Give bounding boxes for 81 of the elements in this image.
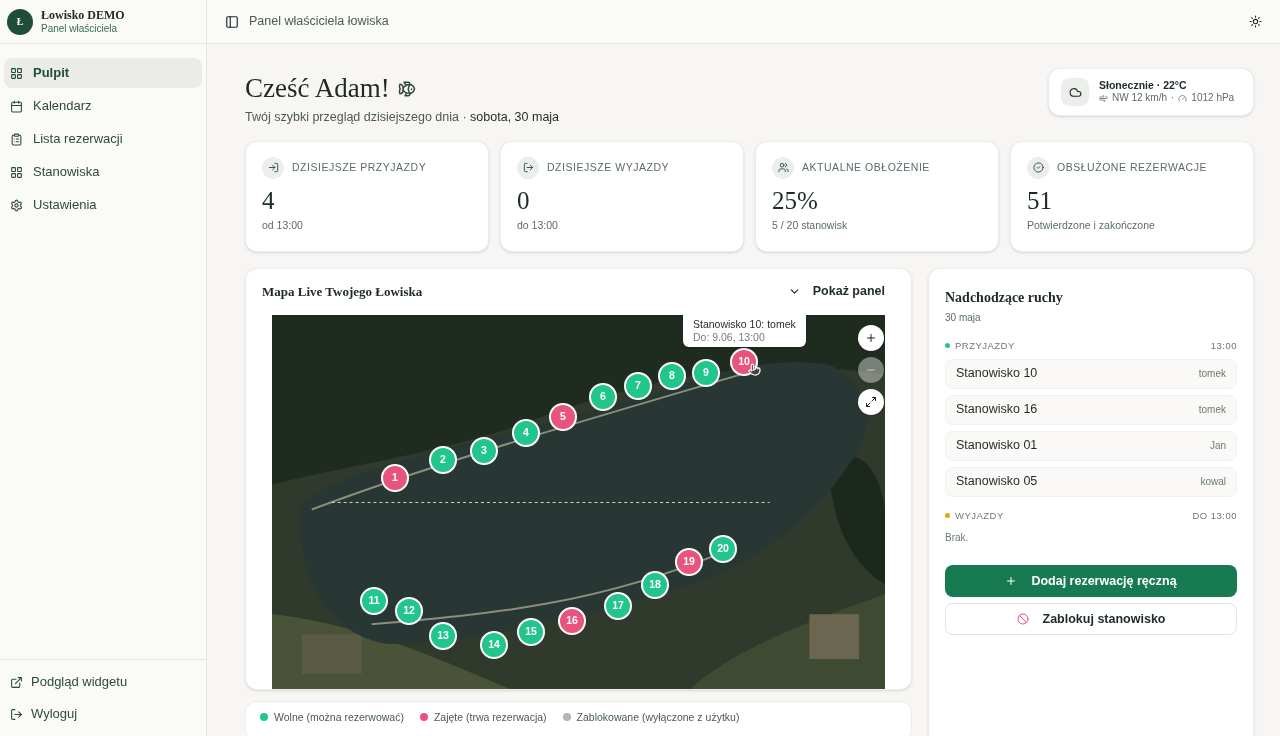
header-title: Panel właściciela łowiska: [249, 13, 389, 31]
plus-icon: [1005, 575, 1018, 587]
expand-icon: [865, 395, 877, 408]
tooltip-detail: Do: 9.06, 13:00: [693, 330, 766, 344]
empty-note: Brak.: [945, 531, 970, 545]
row-user: tomek: [1198, 367, 1226, 382]
grid-icon: [10, 165, 23, 179]
sidebar-toggle-button[interactable]: [225, 14, 239, 29]
sidebar-footer-link[interactable]: Podgląd widgetu: [4, 668, 202, 696]
ban-icon: [1016, 613, 1029, 625]
row-user: Jan: [1209, 439, 1226, 454]
stat-note: Potwierdzone i zakończone: [1027, 217, 1156, 233]
stat-note: do 13:00: [517, 217, 559, 233]
row-user: kowal: [1200, 475, 1226, 490]
separator-dot: ·: [1171, 92, 1175, 105]
section-time: 13:00: [1210, 338, 1237, 353]
plus-icon: [865, 331, 877, 344]
arrival-row[interactable]: Stanowisko 16 tomek: [945, 394, 1237, 425]
row-name: Stanowisko 16: [956, 401, 1038, 419]
stat-value: 4: [262, 185, 276, 216]
brand-subtitle: Panel właściciela: [41, 22, 119, 36]
legend-label: Zablokowane (wyłączone z użytku): [576, 709, 740, 725]
logout-icon: [10, 707, 23, 721]
tooltip-title: Stanowisko 10: tomek: [693, 317, 796, 331]
check-circle-icon: [1032, 162, 1044, 173]
users-icon: [777, 162, 789, 173]
stat-label: DZISIEJSZE PRZYJAZDY: [292, 159, 427, 175]
sidebar-item[interactable]: Kalendarz: [4, 91, 202, 121]
arrival-row[interactable]: Stanowisko 05 kowal: [945, 466, 1237, 497]
login-icon: [267, 162, 279, 173]
section-label: WYJAZDY: [955, 508, 1004, 523]
wind-reading: NW 12 km/h: [1112, 92, 1167, 105]
stat-note: 5 / 20 stanowisk: [772, 217, 849, 233]
legend-label: Zajęte (trwa rezerwacja): [433, 709, 547, 725]
row-name: Stanowisko 10: [956, 365, 1038, 383]
settings-icon: [10, 198, 23, 212]
show-panel-button[interactable]: Pokaż panel: [787, 282, 885, 301]
movements-date: 30 maja: [945, 310, 982, 325]
stat-value: 25%: [772, 185, 819, 216]
stat-label: DZISIEJSZE WYJAZDY: [547, 159, 670, 175]
hand-cursor-icon: [748, 362, 761, 376]
movements-title: Nadchodzące ruchy: [945, 288, 1064, 307]
section-label: PRZYJAZDY: [955, 338, 1015, 353]
logo: Ł: [7, 8, 33, 35]
fish-icon: [397, 79, 416, 98]
logout-icon: [522, 162, 534, 173]
legend-label: Wolne (można rezerwować): [274, 709, 404, 725]
gauge-icon: [1178, 94, 1188, 104]
sidebar-item[interactable]: Ustawienia: [4, 190, 202, 220]
add-reservation-button[interactable]: Dodaj rezerwację ręczną: [945, 565, 1237, 597]
theme-toggle-button[interactable]: [1249, 15, 1262, 28]
stat-value: 51: [1027, 185, 1053, 216]
sun-icon: [1249, 15, 1262, 28]
stat-label: OBSŁUŻONE REZERWACJE: [1057, 159, 1207, 175]
row-user: tomek: [1198, 403, 1226, 418]
sidebar-item[interactable]: Stanowiska: [4, 157, 202, 187]
wind-icon: [1099, 94, 1108, 104]
arrival-row[interactable]: Stanowisko 01 Jan: [945, 430, 1237, 461]
sidebar-footer-link[interactable]: Wyloguj: [4, 700, 202, 728]
panel-icon: [225, 14, 239, 29]
calendar-icon: [10, 99, 23, 113]
stat-note: od 13:00: [262, 217, 304, 233]
map-title: Mapa Live Twojego Łowiska: [262, 282, 423, 301]
clipboard-icon: [10, 132, 23, 146]
row-name: Stanowisko 05: [956, 473, 1038, 491]
sidebar-item[interactable]: Lista rezerwacji: [4, 124, 202, 154]
row-name: Stanowisko 01: [956, 437, 1038, 455]
external-link-icon: [10, 675, 23, 689]
sidebar-item[interactable]: Pulpit: [4, 58, 202, 88]
stat-label: AKTUALNE OBŁOŻENIE: [802, 159, 930, 175]
arrival-row[interactable]: Stanowisko 10 tomek: [945, 358, 1237, 389]
cloud-icon: [1068, 85, 1082, 99]
grid-icon: [10, 66, 23, 80]
greeting-subtitle: Twój szybki przegląd dzisiejszego dnia · sobota, 30 maja: [245, 108, 560, 126]
section-time: DO 13:00: [1192, 508, 1237, 523]
greeting-title: Cześć Adam!: [245, 72, 390, 105]
pressure-reading: 1012 hPa: [1191, 92, 1235, 105]
weather-summary: Słonecznie · 22°C: [1099, 79, 1188, 93]
block-spot-button[interactable]: Zablokuj stanowisko: [945, 603, 1237, 635]
brand-name: Łowisko DEMO: [41, 7, 125, 23]
stat-value: 0: [517, 185, 531, 216]
